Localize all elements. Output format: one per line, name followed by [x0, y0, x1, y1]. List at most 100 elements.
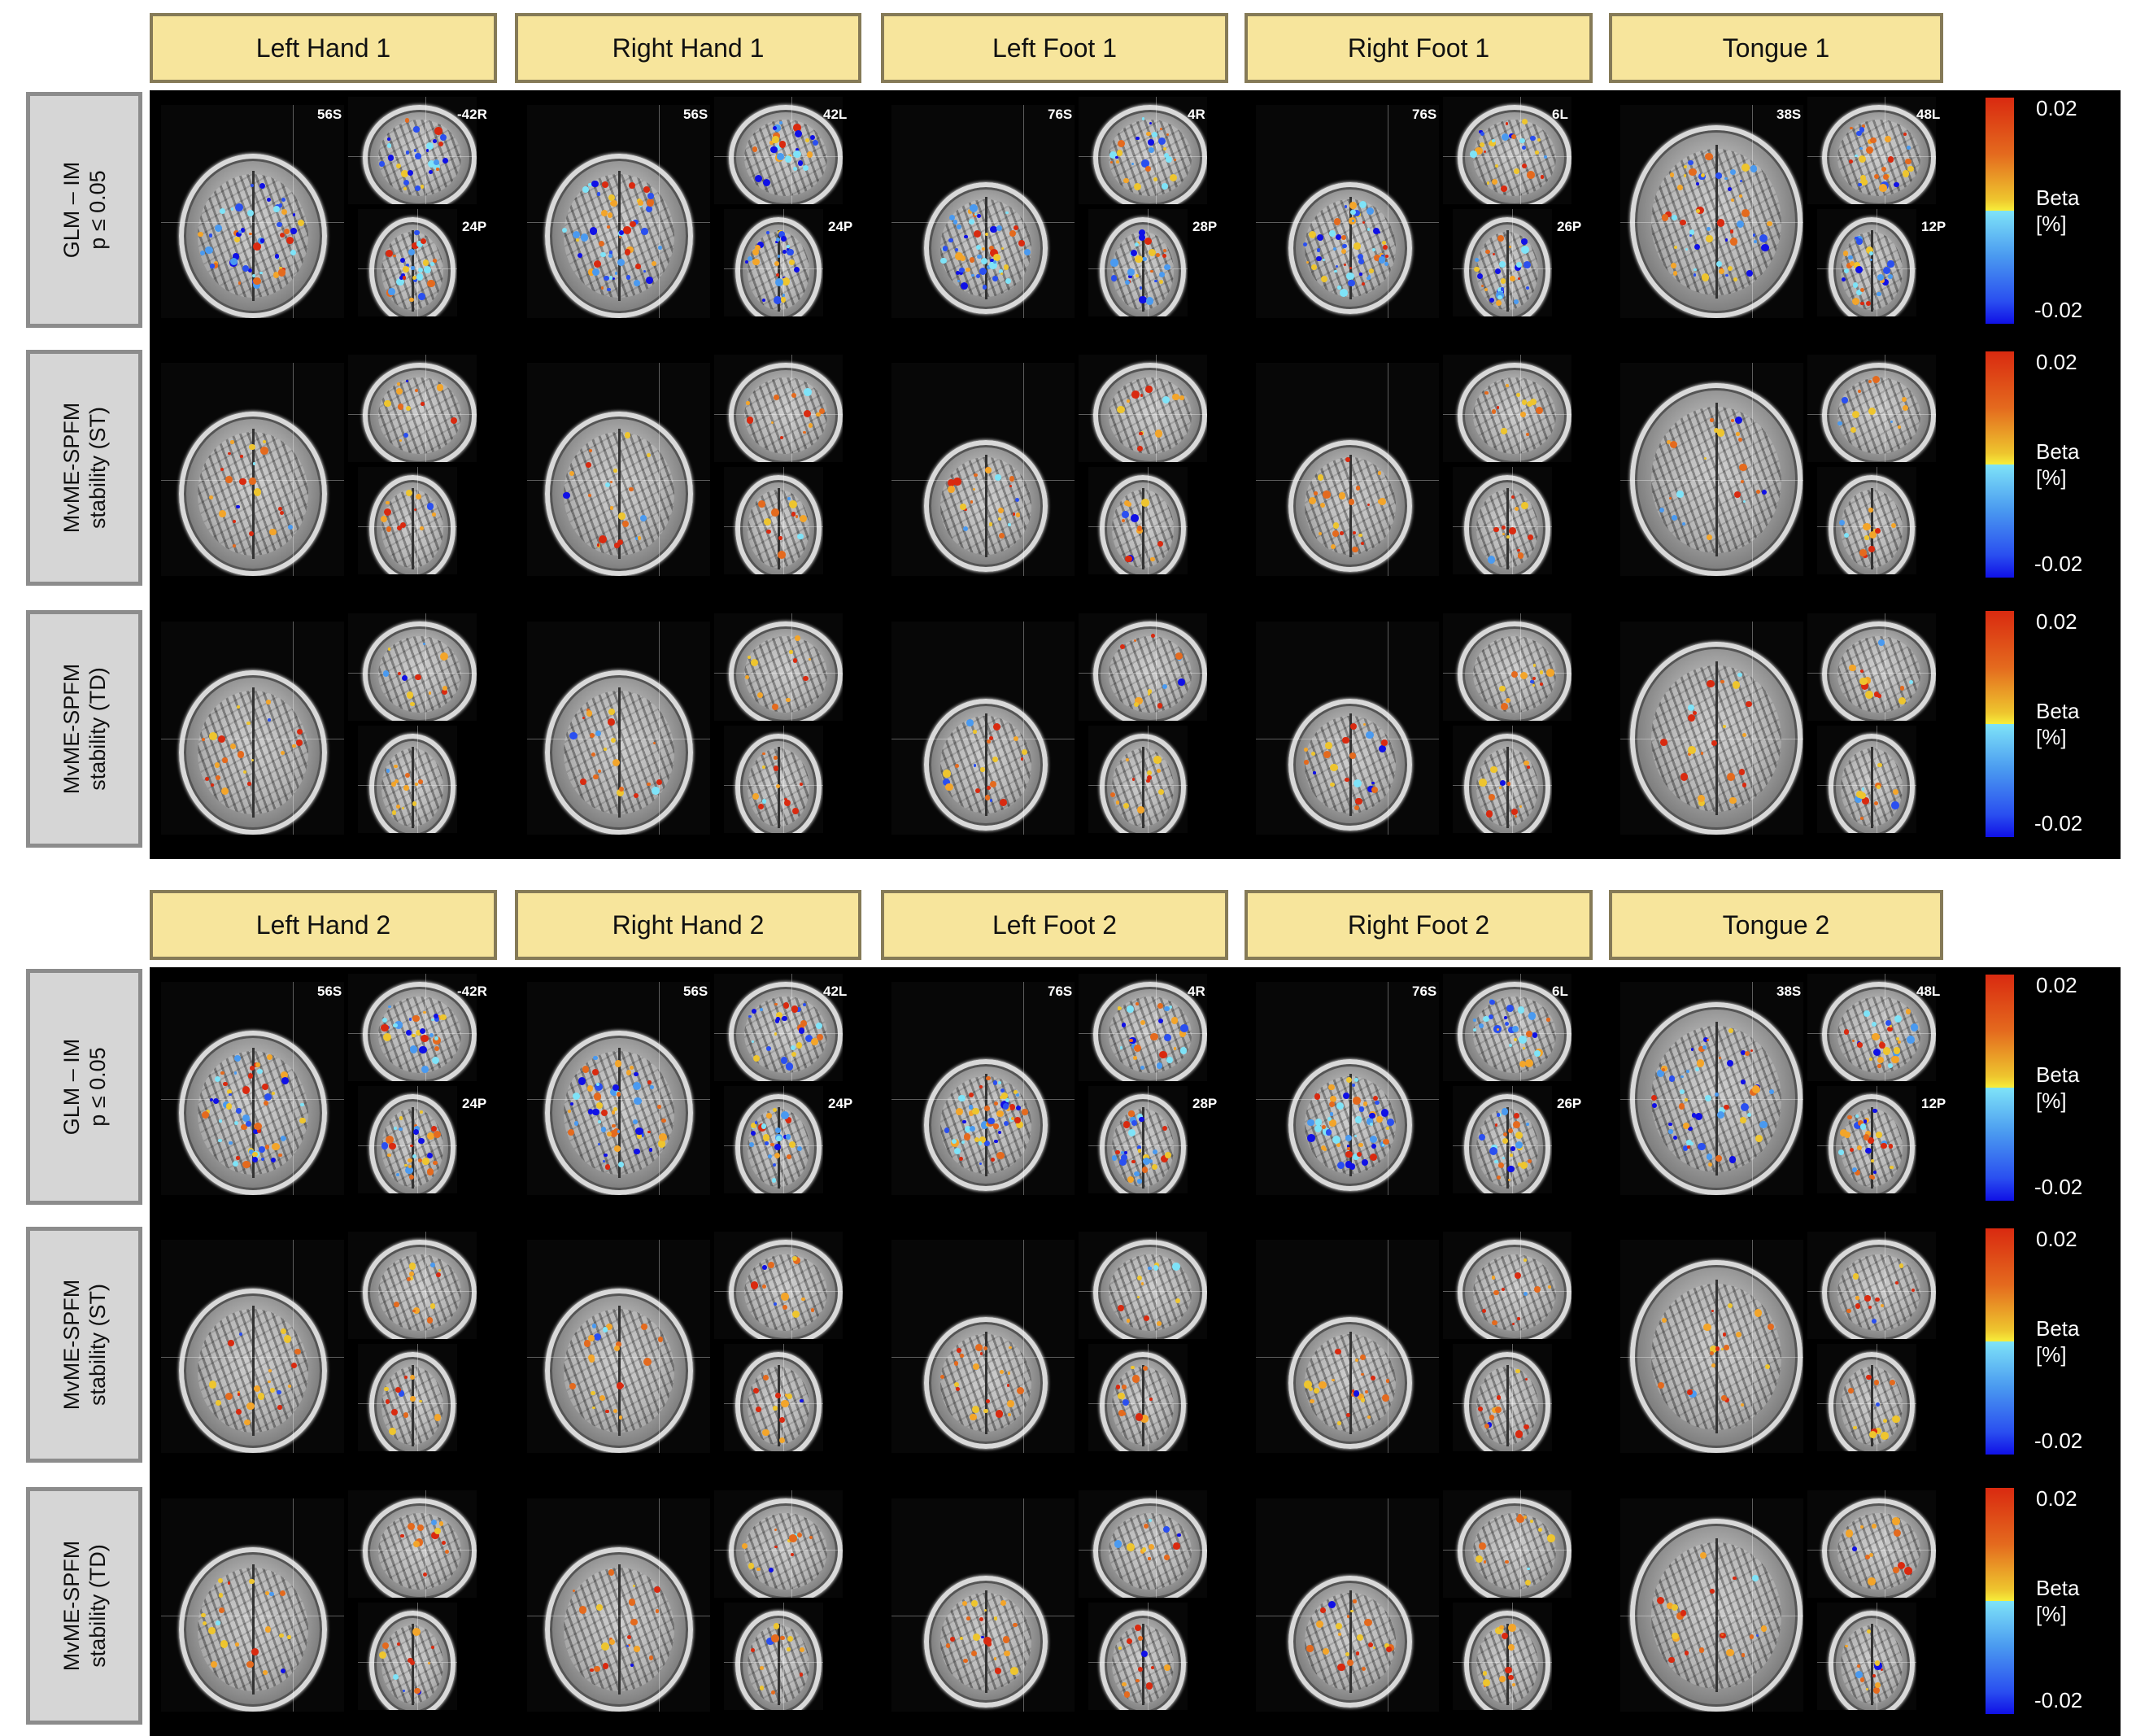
positive-activation-blob [1495, 164, 1499, 168]
colorbar [1986, 1228, 2014, 1455]
negative-activation-blob [238, 1332, 242, 1336]
positive-activation-blob [1163, 146, 1167, 150]
negative-activation-blob [944, 1127, 950, 1133]
positive-activation-blob [1736, 432, 1740, 436]
positive-activation-blob [789, 1534, 797, 1542]
brain-outline [1829, 217, 1915, 316]
crosshair-vertical [1512, 1086, 1513, 1193]
negative-activation-blob [414, 185, 421, 191]
coronal-slice-coordinate: 28P [1192, 219, 1218, 234]
positive-activation-blob [414, 1687, 421, 1695]
positive-activation-blob [617, 539, 623, 545]
crosshair-horizontal [724, 268, 823, 269]
positive-activation-blob [1337, 1421, 1341, 1425]
negative-activation-blob [1680, 1075, 1684, 1079]
negative-activation-blob [1110, 275, 1118, 281]
positive-activation-blob [1355, 1651, 1360, 1655]
crosshair-horizontal [714, 673, 843, 674]
positive-activation-blob [656, 1105, 661, 1109]
negative-activation-blob [1111, 1154, 1118, 1161]
positive-activation-blob [613, 469, 617, 473]
crosshair-vertical [659, 1240, 660, 1453]
axial-slice-image [891, 1240, 1075, 1453]
crosshair-vertical [659, 363, 660, 576]
crosshair-horizontal [1079, 673, 1207, 674]
positive-activation-blob [1370, 1376, 1375, 1381]
negative-activation-blob [1494, 268, 1502, 275]
negative-activation-blob [281, 1136, 286, 1141]
crosshair-horizontal [1817, 785, 1916, 786]
positive-activation-blob [591, 752, 595, 757]
positive-activation-blob [592, 1406, 595, 1410]
coronal-slice-image [358, 1086, 457, 1193]
positive-activation-blob [251, 1648, 259, 1656]
negative-activation-blob [219, 1119, 222, 1123]
positive-activation-blob [626, 1070, 632, 1075]
axial-slice-image [527, 1498, 710, 1712]
negative-activation-blob [1894, 182, 1899, 188]
positive-activation-blob [279, 510, 284, 516]
positive-activation-blob [963, 1133, 971, 1141]
midline [1506, 1106, 1509, 1189]
negative-activation-blob [230, 207, 234, 211]
column-header: Right Hand 1 [515, 13, 861, 83]
negative-activation-blob [1891, 801, 1899, 809]
positive-activation-blob [795, 635, 800, 641]
crosshair-vertical [1148, 1603, 1149, 1710]
positive-activation-blob [597, 769, 601, 774]
positive-activation-blob [771, 1634, 779, 1643]
crosshair-vertical [417, 1344, 418, 1451]
positive-activation-blob [1741, 209, 1750, 217]
positive-activation-blob [1517, 552, 1524, 559]
midline [1871, 1623, 1873, 1706]
positive-activation-blob [1877, 1064, 1881, 1068]
crosshair-horizontal [1443, 414, 1571, 415]
positive-activation-blob [1751, 1085, 1760, 1094]
negative-activation-blob [796, 533, 804, 540]
positive-activation-blob [1000, 247, 1004, 251]
crosshair-horizontal [891, 1099, 1075, 1100]
positive-activation-blob [1136, 446, 1143, 452]
positive-activation-blob [219, 1593, 224, 1598]
negative-activation-blob [1729, 169, 1736, 176]
positive-activation-blob [1508, 1643, 1515, 1651]
positive-activation-blob [1157, 1002, 1164, 1009]
positive-activation-blob [1141, 1547, 1147, 1552]
crosshair-vertical [293, 363, 294, 576]
positive-activation-blob [1905, 1009, 1912, 1014]
negative-activation-blob [259, 271, 263, 275]
positive-activation-blob [963, 1658, 968, 1664]
coronal-slice-image [1817, 467, 1916, 574]
crosshair-vertical [1148, 1086, 1149, 1193]
positive-activation-blob [1343, 263, 1346, 266]
positive-activation-blob [1761, 1625, 1768, 1632]
negative-activation-blob [1858, 183, 1862, 187]
positive-activation-blob [434, 1527, 441, 1534]
negative-activation-blob [1502, 1156, 1505, 1159]
negative-activation-blob [747, 255, 752, 261]
positive-activation-blob [1129, 1038, 1133, 1043]
positive-activation-blob [773, 395, 779, 400]
crosshair-horizontal [891, 480, 1075, 481]
negative-activation-blob [598, 1119, 602, 1123]
positive-activation-blob [781, 1399, 789, 1408]
positive-activation-blob [1904, 1567, 1912, 1575]
positive-activation-blob [399, 438, 402, 443]
midline [1142, 1364, 1144, 1447]
negative-activation-blob [1317, 233, 1324, 241]
negative-activation-blob [1906, 146, 1911, 150]
positive-activation-blob [596, 1604, 603, 1611]
brain-slice-cell [1614, 1232, 1947, 1463]
axial-slice-image [527, 1240, 710, 1453]
row-label-line1: MvME-SPFM [59, 1540, 84, 1672]
negative-activation-blob [995, 474, 1001, 481]
negative-activation-blob [210, 264, 215, 268]
positive-activation-blob [1528, 534, 1534, 540]
positive-activation-blob [1354, 805, 1359, 810]
negative-activation-blob [951, 1138, 957, 1144]
axial-slice-image [161, 1498, 344, 1712]
colorbar [1986, 351, 2014, 578]
positive-activation-blob [763, 517, 771, 526]
positive-activation-blob [1706, 235, 1713, 242]
negative-activation-blob [1724, 238, 1728, 242]
